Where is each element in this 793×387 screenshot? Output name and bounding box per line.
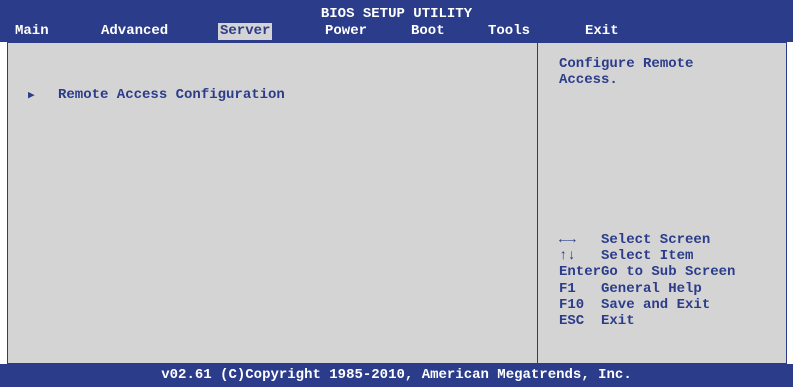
menu-item-remote-access-configuration[interactable]: ▶ Remote Access Configuration <box>28 87 285 104</box>
copyright-footer: v02.61 (C)Copyright 1985-2010, American … <box>0 364 793 387</box>
help-panel: Configure Remote Access. ←→ Select Scree… <box>537 42 787 364</box>
key-legend-row: ↑↓ Select Item <box>559 248 735 264</box>
up-down-arrow-icon: ↑↓ <box>559 248 576 265</box>
tab-advanced[interactable]: Advanced <box>101 23 168 40</box>
key-legend-row: ESC Exit <box>559 313 735 329</box>
key-legend: ←→ Select Screen ↑↓ Select Item EnterGo t… <box>559 232 735 329</box>
key-description: General Help <box>601 280 702 297</box>
tab-power[interactable]: Power <box>325 23 367 40</box>
tab-exit[interactable]: Exit <box>585 23 619 40</box>
tab-main[interactable]: Main <box>15 23 49 40</box>
key-description: Exit <box>601 312 635 329</box>
key-description: Go to Sub Screen <box>601 264 736 281</box>
main-panel: ▶ Remote Access Configuration <box>7 42 537 364</box>
bios-screen: BIOS SETUP UTILITY Main Advanced Server … <box>0 0 793 387</box>
tab-server[interactable]: Server <box>218 23 273 40</box>
key-legend-row: F10 Save and Exit <box>559 297 735 313</box>
bios-title: BIOS SETUP UTILITY <box>320 6 473 22</box>
key-legend-row: F1 General Help <box>559 281 735 297</box>
key-description: Save and Exit <box>601 296 711 313</box>
key-label: Enter <box>559 264 602 281</box>
key-label: F10 <box>559 296 585 313</box>
tab-tools[interactable]: Tools <box>488 23 530 40</box>
key-description: Select Item <box>601 248 694 265</box>
tab-boot[interactable]: Boot <box>411 23 445 40</box>
key-legend-row: EnterGo to Sub Screen <box>559 264 735 280</box>
menu-item-label: Remote Access Configuration <box>58 87 285 103</box>
help-description: Configure Remote Access. <box>559 56 694 88</box>
key-label: F1 <box>559 280 576 297</box>
key-label: ESC <box>559 312 585 329</box>
key-description: Select Screen <box>601 232 711 248</box>
left-right-arrow-icon: ←→ <box>559 232 576 248</box>
key-legend-row: ←→ Select Screen <box>559 232 735 248</box>
header-bar: BIOS SETUP UTILITY Main Advanced Server … <box>0 0 793 42</box>
submenu-arrow-icon: ▶ <box>28 90 35 102</box>
